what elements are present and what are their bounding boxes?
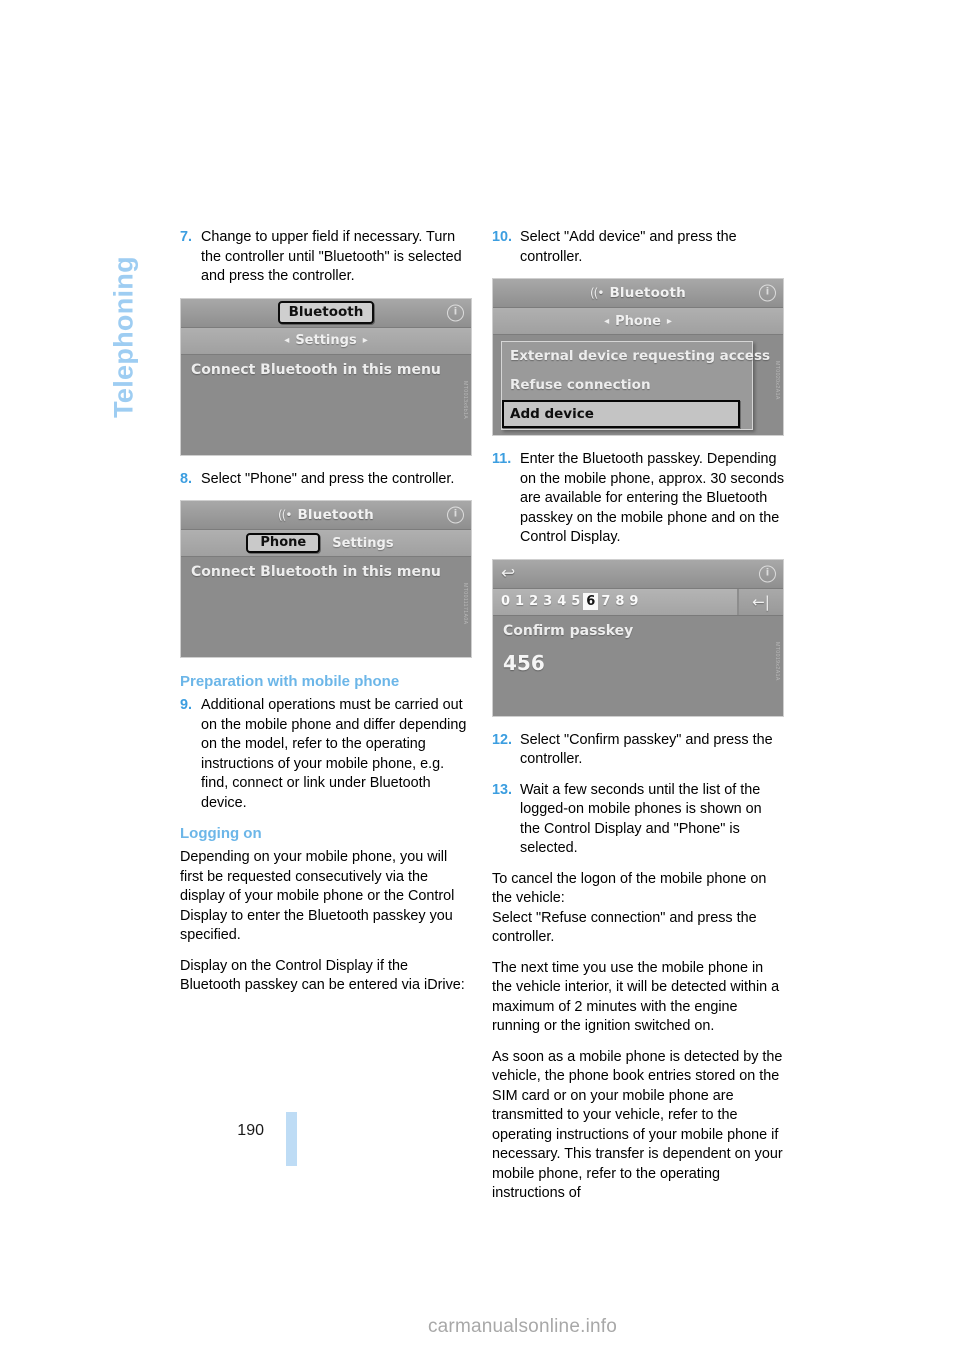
idrive-screenshot-bluetooth-settings: Bluetooth i ◂ Settings ▸ Connect Bluetoo… bbox=[180, 297, 472, 456]
page-number: 190 bbox=[237, 1122, 264, 1139]
shot1-body-line: Connect Bluetooth in this menu bbox=[191, 361, 441, 378]
shot3-title-bar: ((• Bluetooth i bbox=[493, 279, 783, 308]
shot2-title: Bluetooth bbox=[297, 507, 374, 523]
bluetooth-signal-icon: ((• bbox=[589, 286, 604, 300]
watermark-text: carmanualsonline.info bbox=[427, 1316, 618, 1337]
popup-item-add-device[interactable]: Add device bbox=[502, 400, 740, 428]
right-paragraph-2: Select "Refuse connection" and press the… bbox=[492, 909, 757, 946]
step-11: 11. Enter the Bluetooth passkey. Dependi… bbox=[492, 450, 784, 548]
step-13-text: Wait a few seconds until the list of the… bbox=[520, 781, 762, 857]
info-icon: i bbox=[759, 565, 776, 582]
shot2-body-line: Connect Bluetooth in this menu bbox=[191, 564, 441, 580]
info-icon: i bbox=[447, 506, 464, 524]
page-footer: 190 bbox=[180, 1112, 310, 1172]
left-column: 7. Change to upper field if necessary. T… bbox=[180, 228, 472, 1007]
shot4-digit-strip: 0 1 2 3 4 5 6 7 8 9 ←| bbox=[493, 588, 783, 616]
chevron-right-icon[interactable]: ▸ bbox=[357, 335, 374, 346]
subheading-preparation: Preparation with mobile phone bbox=[180, 673, 400, 690]
idrive-screenshot-confirm-passkey: ↩ i 0 1 2 3 4 5 6 7 8 9 ←| Confirm passk… bbox=[492, 558, 784, 717]
shot1-ref-code: MT0013x6b1A bbox=[462, 380, 468, 419]
digit-8[interactable]: 8 bbox=[613, 594, 626, 609]
info-icon: i bbox=[447, 304, 464, 321]
digit-0[interactable]: 0 bbox=[499, 594, 512, 609]
step-11-text: Enter the Bluetooth passkey. Depending o… bbox=[520, 451, 785, 545]
left-paragraph-2: Display on the Control Display if the Bl… bbox=[180, 957, 465, 994]
back-arrow-icon[interactable]: ↩ bbox=[501, 565, 515, 582]
step-13-number: 13. bbox=[492, 781, 513, 798]
tab-phone[interactable]: Phone bbox=[246, 533, 321, 553]
chevron-right-icon[interactable]: ▸ bbox=[661, 316, 678, 327]
step-10-number: 10. bbox=[492, 229, 513, 245]
step-8: 8. Select "Phone" and press the controll… bbox=[180, 470, 472, 490]
shot3-breadcrumb-bar: ◂ Phone ▸ bbox=[493, 308, 783, 335]
chapter-title: Telephoning bbox=[108, 256, 139, 418]
step-8-number: 8. bbox=[180, 470, 193, 487]
step-8-text: Select "Phone" and press the controller. bbox=[201, 470, 455, 487]
step-10: 10. Select "Add device" and press the co… bbox=[492, 228, 784, 267]
digit-6-selected[interactable]: 6 bbox=[583, 593, 599, 610]
footer-accent-bar bbox=[286, 1112, 297, 1166]
digit-3[interactable]: 3 bbox=[541, 594, 554, 609]
step-9-text: Additional operations must be carried ou… bbox=[201, 697, 467, 811]
shot2-tab-bar: Phone Settings bbox=[181, 530, 471, 557]
shot1-breadcrumb-label[interactable]: Settings bbox=[295, 333, 356, 348]
info-icon: i bbox=[759, 284, 776, 302]
digit-9[interactable]: 9 bbox=[627, 594, 640, 609]
left-paragraph-1: Depending on your mobile phone, you will… bbox=[180, 849, 455, 943]
shot3-title: Bluetooth bbox=[609, 285, 686, 301]
shot2-title-bar: ((• Bluetooth i bbox=[181, 501, 471, 530]
chapter-tab: Telephoning bbox=[104, 222, 144, 452]
step-7-number: 7. bbox=[180, 229, 193, 245]
digit-7[interactable]: 7 bbox=[599, 594, 612, 609]
right-column: 10. Select "Add device" and press the co… bbox=[492, 228, 784, 1215]
tab-settings[interactable]: Settings bbox=[320, 535, 405, 552]
step-11-number: 11. bbox=[492, 451, 512, 467]
shot4-title-bar: ↩ i bbox=[493, 559, 783, 589]
popup-item-external-device[interactable]: External device requesting access bbox=[502, 342, 770, 371]
step-12-text: Select "Confirm passkey" and press the c… bbox=[520, 731, 773, 768]
step-10-text: Select "Add device" and press the contro… bbox=[520, 229, 737, 265]
step-9-number: 9. bbox=[180, 697, 193, 713]
chevron-left-icon[interactable]: ◂ bbox=[278, 335, 295, 346]
shot1-body: Connect Bluetooth in this menu bbox=[181, 354, 471, 455]
right-paragraph-1: To cancel the logon of the mobile phone … bbox=[492, 870, 767, 907]
shot3-body: External device requesting access Refuse… bbox=[493, 335, 783, 435]
chevron-left-icon[interactable]: ◂ bbox=[598, 316, 615, 327]
right-paragraph-3: The next time you use the mobile phone i… bbox=[492, 959, 780, 1035]
digit-5[interactable]: 5 bbox=[569, 594, 582, 609]
shot2-ref-code: MT0011171A0A bbox=[462, 583, 468, 625]
step-7-text: Change to upper field if necessary. Turn… bbox=[201, 229, 462, 284]
watermark: carmanualsonline.info bbox=[0, 1316, 960, 1338]
bluetooth-signal-icon: ((• bbox=[277, 508, 292, 522]
step-13: 13. Wait a few seconds until the list of… bbox=[492, 781, 784, 859]
right-paragraph-4: As soon as a mobile phone is detected by… bbox=[492, 1048, 783, 1202]
shot1-selected-title[interactable]: Bluetooth bbox=[277, 301, 375, 324]
step-7: 7. Change to upper field if necessary. T… bbox=[180, 228, 472, 287]
shot1-breadcrumb-bar: ◂ Settings ▸ bbox=[181, 327, 471, 355]
confirm-passkey-label[interactable]: Confirm passkey bbox=[493, 616, 783, 639]
digit-4[interactable]: 4 bbox=[555, 594, 568, 609]
manual-page: Telephoning 7. Change to upper field if … bbox=[0, 0, 960, 1358]
idrive-screenshot-bluetooth-phone-tab: ((• Bluetooth i Phone Settings Connect B… bbox=[180, 500, 472, 658]
shot4-ref-code: MT0019x2A1A bbox=[774, 641, 780, 681]
idrive-screenshot-add-device: ((• Bluetooth i ◂ Phone ▸ External devic… bbox=[492, 278, 784, 436]
shot4-body: Confirm passkey 456 bbox=[493, 615, 783, 716]
digit-2[interactable]: 2 bbox=[527, 594, 540, 609]
shot3-breadcrumb-label[interactable]: Phone bbox=[615, 314, 661, 329]
popup-item-refuse-connection[interactable]: Refuse connection bbox=[502, 371, 752, 400]
subheading-logging-on: Logging on bbox=[180, 825, 262, 842]
step-12-number: 12. bbox=[492, 731, 513, 748]
passkey-value: 456 bbox=[503, 650, 545, 675]
digit-row: 0 1 2 3 4 5 6 7 8 9 bbox=[493, 588, 739, 615]
shot3-ref-code: MT0020x2A1A bbox=[774, 361, 780, 400]
digit-1[interactable]: 1 bbox=[513, 594, 526, 609]
add-device-popup: External device requesting access Refuse… bbox=[501, 341, 770, 430]
step-12: 12. Select "Confirm passkey" and press t… bbox=[492, 731, 784, 770]
shot1-title-bar: Bluetooth i bbox=[181, 298, 471, 328]
step-9: 9. Additional operations must be carried… bbox=[180, 696, 472, 813]
shot2-body: Connect Bluetooth in this menu bbox=[181, 557, 471, 657]
backspace-icon[interactable]: ←| bbox=[739, 588, 783, 615]
